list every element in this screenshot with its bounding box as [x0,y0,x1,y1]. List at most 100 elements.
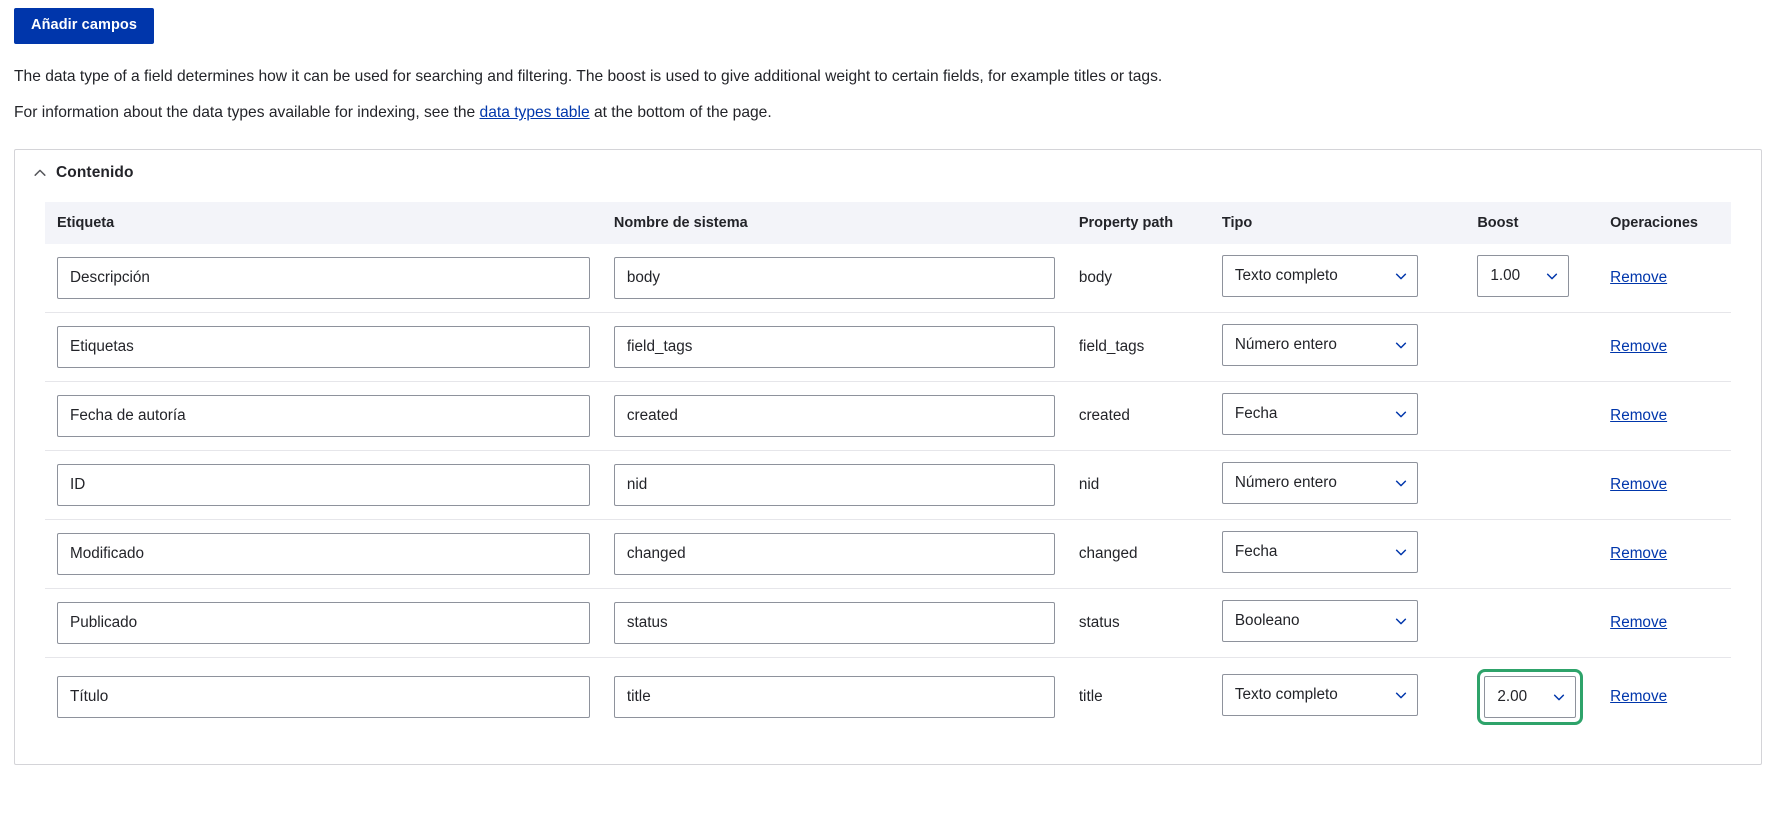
cell-tipo: Fecha [1209,518,1466,589]
intro-text-after-link: at the bottom of the page. [593,104,772,122]
boost-select[interactable]: 1.00 [1477,254,1570,297]
cell-tipo: Número entero [1209,449,1466,520]
remove-link[interactable]: Remove [1610,545,1667,562]
type-select[interactable]: Fecha [1221,392,1418,435]
contenido-section-card: Contenido Etiqueta Nombre de sistema Pro… [14,148,1762,765]
type-select[interactable]: Texto completo [1221,254,1418,297]
remove-link[interactable]: Remove [1610,688,1667,705]
cell-boost [1465,587,1599,658]
table-row: field_tags Número entero Remove [45,311,1731,382]
cell-etiqueta [45,518,602,589]
remove-link[interactable]: Remove [1610,269,1667,286]
cell-etiqueta [45,380,602,451]
cell-tipo: Número entero [1209,311,1466,382]
cell-operaciones: Remove [1598,449,1731,520]
cell-operaciones: Remove [1598,311,1731,382]
contenido-section-toggle[interactable]: Contenido [15,150,1761,194]
table-row: nid Número entero Remove [45,449,1731,520]
cell-tipo: Texto completo [1209,656,1466,736]
type-select-value: Fecha [1234,404,1278,422]
table-row: body Texto completo 1.00 Remove [45,244,1731,313]
contenido-section-body: Etiqueta Nombre de sistema Property path… [15,194,1761,764]
table-header-row: Etiqueta Nombre de sistema Property path… [45,201,1731,244]
type-select[interactable]: Número entero [1221,323,1418,366]
remove-link[interactable]: Remove [1610,407,1667,424]
toolbar: Añadir campos [14,0,1762,44]
column-header-boost: Boost [1465,201,1599,244]
type-select[interactable]: Booleano [1221,599,1418,642]
cell-etiqueta [45,311,602,382]
boost-select-focus-ring: 2.00 [1477,668,1584,725]
boost-select[interactable]: 2.00 [1484,675,1577,718]
cell-property-path: created [1066,380,1210,451]
cell-nombre-sistema [602,244,1067,313]
cell-boost: 2.00 [1465,656,1599,736]
remove-link[interactable]: Remove [1610,338,1667,355]
type-select[interactable]: Fecha [1221,530,1418,573]
column-header-operaciones: Operaciones [1598,201,1731,244]
label-input[interactable] [57,394,590,437]
cell-boost [1465,380,1599,451]
remove-link[interactable]: Remove [1610,614,1667,631]
cell-etiqueta [45,449,602,520]
index-fields-table: Etiqueta Nombre de sistema Property path… [45,201,1731,736]
cell-nombre-sistema [601,587,1067,658]
intro-paragraph-1: The data type of a field determines how … [14,67,1163,85]
column-header-tipo: Tipo [1209,201,1466,244]
system-name-input[interactable] [613,463,1055,506]
system-name-input[interactable] [613,256,1055,299]
type-select[interactable]: Texto completo [1221,673,1418,716]
cell-property-path: field_tags [1066,311,1210,382]
table-row: created Fecha Remove [45,380,1731,451]
cell-nombre-sistema [601,380,1067,451]
cell-tipo: Booleano [1209,587,1466,658]
table-body: body Texto completo 1.00 Remove field_tags Nú… [45,244,1731,736]
cell-property-path: status [1066,587,1210,658]
intro-paragraph-2: For information about the data types ava… [14,102,1762,125]
type-select-value: Texto completo [1234,266,1338,284]
cell-nombre-sistema [601,311,1067,382]
cell-property-path: nid [1066,449,1210,520]
boost-select-value: 1.00 [1490,266,1521,284]
type-select[interactable]: Número entero [1221,461,1418,504]
column-header-nombre-sistema: Nombre de sistema [601,201,1067,244]
cell-operaciones: Remove [1598,380,1731,451]
remove-link[interactable]: Remove [1610,476,1667,493]
label-input[interactable] [57,325,590,368]
add-fields-button[interactable]: Añadir campos [14,8,155,44]
label-input[interactable] [57,256,590,299]
type-select-value: Número entero [1234,473,1337,491]
table-row: title Texto completo 2.00 Remove [45,656,1731,736]
cell-operaciones: Remove [1598,244,1731,313]
type-select-value: Texto completo [1234,685,1338,703]
cell-boost [1465,311,1599,382]
chevron-up-icon [33,166,47,180]
cell-nombre-sistema [601,449,1067,520]
data-types-table-link[interactable]: data types table [480,104,590,121]
contenido-section-title: Contenido [56,163,134,181]
cell-etiqueta [45,587,602,658]
label-input[interactable] [57,463,590,506]
cell-nombre-sistema [601,518,1067,589]
boost-select-value: 2.00 [1497,687,1528,705]
cell-property-path: changed [1066,518,1210,589]
system-name-input[interactable] [613,675,1055,718]
system-name-input[interactable] [613,394,1055,437]
cell-boost: 1.00 [1465,244,1598,313]
intro-text-before-link: For information about the data types ava… [14,104,476,122]
cell-property-path: title [1066,656,1210,736]
type-select-value: Booleano [1234,611,1300,629]
type-select-value: Número entero [1234,335,1337,353]
cell-operaciones: Remove [1598,656,1731,736]
system-name-input[interactable] [613,532,1055,575]
label-input[interactable] [57,675,590,718]
table-row: changed Fecha Remove [45,518,1731,589]
system-name-input[interactable] [613,325,1055,368]
type-select-value: Fecha [1234,542,1278,560]
label-input[interactable] [57,601,590,644]
system-name-input[interactable] [613,601,1055,644]
label-input[interactable] [57,532,590,575]
cell-operaciones: Remove [1598,587,1731,658]
cell-nombre-sistema [601,656,1067,736]
cell-tipo: Fecha [1209,380,1466,451]
